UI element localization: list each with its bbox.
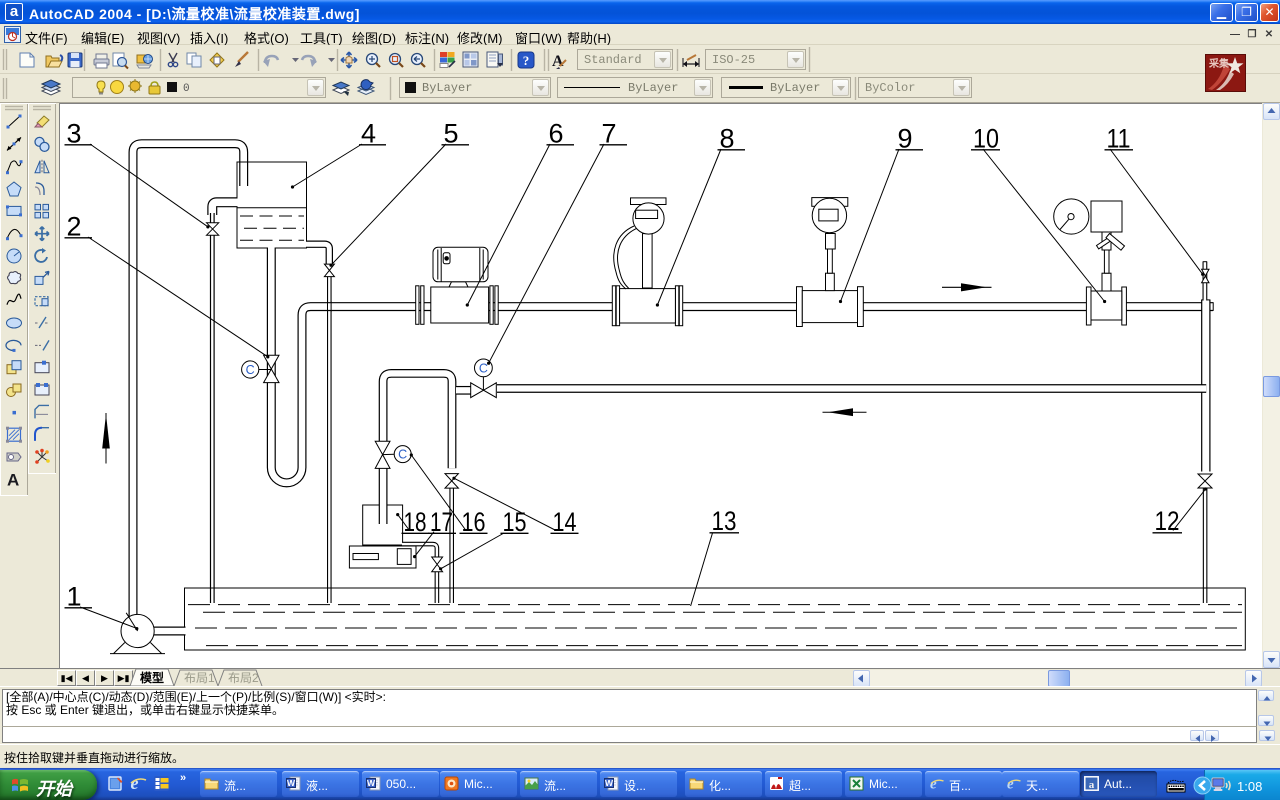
svg-text:A: A [7, 470, 19, 489]
svg-text:布局1: 布局1 [184, 671, 215, 685]
svg-text:14: 14 [553, 507, 577, 537]
svg-text:e: e [1007, 777, 1014, 792]
svg-text:?: ? [523, 53, 530, 68]
svg-text:1: 1 [67, 582, 82, 612]
svg-text:17: 17 [430, 507, 453, 537]
svg-text:C: C [398, 448, 407, 462]
svg-text:0: 0 [183, 83, 190, 95]
svg-text:15: 15 [503, 507, 527, 537]
svg-text:2: 2 [67, 212, 82, 242]
svg-text:A: A [552, 53, 564, 70]
svg-text:7: 7 [602, 119, 617, 149]
svg-text:5: 5 [444, 119, 459, 149]
svg-text:10: 10 [973, 124, 999, 154]
svg-text:4: 4 [361, 119, 376, 149]
svg-text:采集: 采集 [1208, 57, 1230, 70]
svg-text:9: 9 [898, 124, 913, 154]
svg-text:W: W [605, 778, 614, 788]
svg-text:a: a [1089, 779, 1095, 791]
svg-text:13: 13 [712, 506, 737, 536]
svg-text:C: C [246, 363, 255, 377]
svg-text:11: 11 [1107, 124, 1131, 154]
svg-text:W: W [367, 778, 376, 788]
svg-text:C: C [479, 361, 488, 375]
svg-text:6: 6 [549, 119, 564, 149]
svg-text:12: 12 [1155, 506, 1180, 536]
svg-text:18: 18 [404, 507, 427, 537]
svg-text:W: W [287, 778, 296, 788]
svg-text:8: 8 [720, 124, 735, 154]
svg-text:模型: 模型 [140, 670, 164, 685]
svg-text:e: e [930, 777, 937, 792]
svg-text:布局2: 布局2 [228, 671, 259, 685]
svg-text:16: 16 [462, 507, 486, 537]
svg-text:3: 3 [67, 119, 82, 149]
